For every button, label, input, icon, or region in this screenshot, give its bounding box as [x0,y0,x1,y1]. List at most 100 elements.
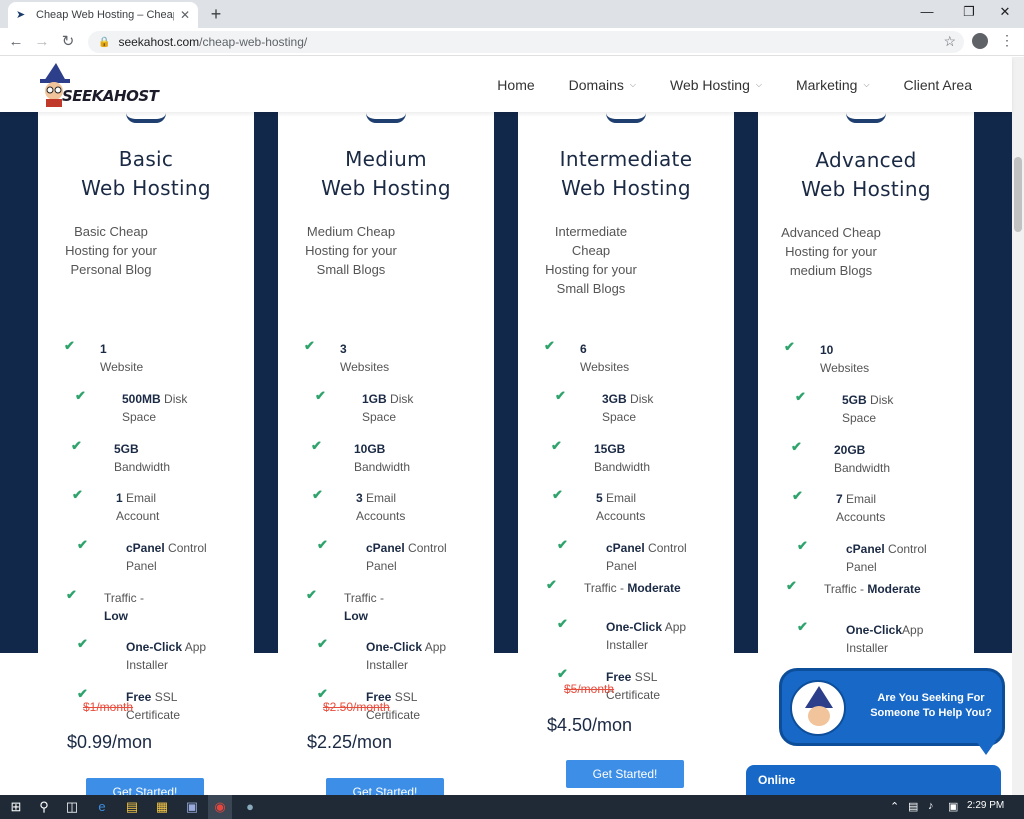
volume-icon[interactable]: ♪ [928,800,934,812]
plan-feature: cPanel Control Panel [126,541,207,573]
profile-avatar-icon[interactable] [972,33,988,49]
chevron-down-icon: ⌵ [629,79,636,89]
chat-status-bar[interactable]: Online [746,765,1001,795]
nav-marketing[interactable]: Marketing ⌵ [796,77,870,93]
close-tab-icon[interactable]: ✕ [180,8,190,22]
check-icon: ✔ [791,439,802,454]
file-explorer-icon[interactable]: ▤ [124,799,140,815]
back-icon[interactable]: ← [6,32,26,52]
plan-feature: Traffic - Moderate [584,581,681,595]
new-tab-icon[interactable]: + [206,4,226,25]
scrollbar[interactable] [1012,57,1024,795]
nav-domains[interactable]: Domains ⌵ [569,77,636,93]
plan-feature: Traffic - Low [344,591,385,623]
check-icon: ✔ [77,636,88,651]
plan-title: Basic Web Hosting [81,147,211,200]
plan-feature: 3GB Disk Space [602,392,654,424]
network-icon[interactable]: ▤ [908,800,918,813]
close-window-icon[interactable]: ✕ [990,2,1020,22]
windows-taskbar: ⊞ ⚲ ◫ e ▤ ▦ ▣ ◉ ● ⌃ ▤ ♪ ▣ 2:29 PM [0,795,1024,819]
check-icon: ✔ [557,616,568,631]
plan-feature: 7 Email Accounts [836,492,886,524]
nav-client-area[interactable]: Client Area [904,77,972,93]
browser-menu-icon[interactable]: ⋮ [1000,32,1014,49]
plan-price: $2.25/mon [307,732,393,752]
tray-chevron-up-icon[interactable]: ⌃ [890,800,899,813]
seekahost-logo[interactable]: SEEKAHOST [36,63,159,107]
plan-feature: 5GB Bandwidth [114,442,171,474]
card-top-decoration [126,113,166,123]
plan-feature: cPanel Control Panel [366,541,447,573]
chrome-icon[interactable]: ◉ [212,799,228,815]
plan-title: Medium Web Hosting [321,147,451,200]
minimize-icon[interactable]: — [912,2,942,22]
plan-feature: 20GB Bandwidth [834,443,891,475]
tab-title: Cheap Web Hosting – Cheapest V [36,9,174,21]
nav-marketing-label: Marketing [795,76,858,93]
check-icon: ✔ [797,619,808,634]
browser-tab-bar: ➤ Cheap Web Hosting – Cheapest V ✕ + — ❐… [0,0,1024,28]
nav-client-area-label: Client Area [903,76,972,93]
plan-feature: One-ClickApp Installer [846,623,924,655]
check-icon: ✔ [544,338,555,353]
plan-description: Advanced Cheap Hosting for your medium Blo… [781,225,881,278]
original-price: $1/month [83,700,134,714]
url-path: /cheap-web-hosting/ [199,35,308,49]
check-icon: ✔ [557,537,568,552]
plan-feature: Free SSLCertificate [606,670,661,702]
plan-description: Basic Cheap Hosting for your Personal Blog [65,224,157,277]
nav-domains-label: Domains [568,76,624,93]
clock-time: 2:29 PM [967,800,1005,811]
check-icon: ✔ [306,587,317,602]
card-top-decoration [846,113,886,123]
plan-feature: 15GB Bandwidth [594,442,651,474]
forward-icon[interactable]: → [32,32,52,52]
chat-invite-text: Are You Seeking For Someone To Help You? [870,692,992,719]
task-view-icon[interactable]: ◫ [64,799,80,815]
nav-web-hosting[interactable]: Web Hosting ⌵ [670,77,762,93]
check-icon: ✔ [795,389,806,404]
edge-browser-icon[interactable]: e [94,799,110,815]
plan-feature: 5GB Disk Space [842,393,894,425]
plan-feature: 3 Email Accounts [356,491,406,523]
plan-feature: One-Click App Installer [366,640,447,672]
chat-invite-bubble[interactable]: Are You Seeking For Someone To Help You? [779,668,1005,755]
site-header: SEEKAHOST Home Domains ⌵ Web Hosting ⌵ Mar… [0,57,1012,112]
restore-icon[interactable]: ❐ [954,2,984,22]
bookmark-star-icon[interactable]: ☆ [943,33,956,50]
plan-feature: 500MB Disk Space [122,392,188,424]
check-icon: ✔ [311,438,322,453]
nav-web-hosting-label: Web Hosting [669,76,750,93]
search-icon[interactable]: ⚲ [36,799,52,815]
check-icon: ✔ [312,487,323,502]
plan-feature: 1GB Disk Space [362,392,414,424]
pinned-app-icon[interactable]: ● [242,799,258,815]
check-icon: ✔ [315,388,326,403]
logo-text: SEEKAHOST [62,87,159,105]
check-icon: ✔ [317,537,328,552]
check-icon: ✔ [77,537,88,552]
check-icon: ✔ [304,338,315,353]
app-icon[interactable]: ▣ [184,799,200,815]
check-icon: ✔ [317,636,328,651]
lock-icon: 🔒 [98,36,111,48]
browser-tab[interactable]: ➤ Cheap Web Hosting – Cheapest V ✕ [8,2,198,28]
windows-start-icon[interactable]: ⊞ [8,799,24,815]
store-app-icon[interactable]: ▦ [154,799,170,815]
notifications-icon[interactable]: ▣ [948,800,958,813]
chevron-down-icon: ⌵ [755,79,762,89]
plan-feature: Traffic - Moderate [824,582,921,596]
plan-description: Medium Cheap Hosting for your Small Blogs [305,224,397,277]
address-bar[interactable]: 🔒 seekahost.com/cheap-web-hosting/ ☆ [88,31,964,53]
plan-description: Intermediate Cheap Hosting for your Small … [545,224,637,296]
get-started-button[interactable]: Get Started! [326,778,444,795]
plan-feature: 1 Website [100,342,144,374]
scrollbar-thumb[interactable] [1014,157,1022,232]
plan-title: Advanced Web Hosting [801,148,931,201]
get-started-button[interactable]: Get Started! [566,760,684,788]
reload-icon[interactable]: ↻ [58,32,78,52]
pricing-card: Intermediate Web Hosting Intermediate Chea… [518,97,734,795]
check-icon: ✔ [66,587,77,602]
get-started-button[interactable]: Get Started! [86,778,204,795]
nav-home[interactable]: Home [497,77,534,93]
